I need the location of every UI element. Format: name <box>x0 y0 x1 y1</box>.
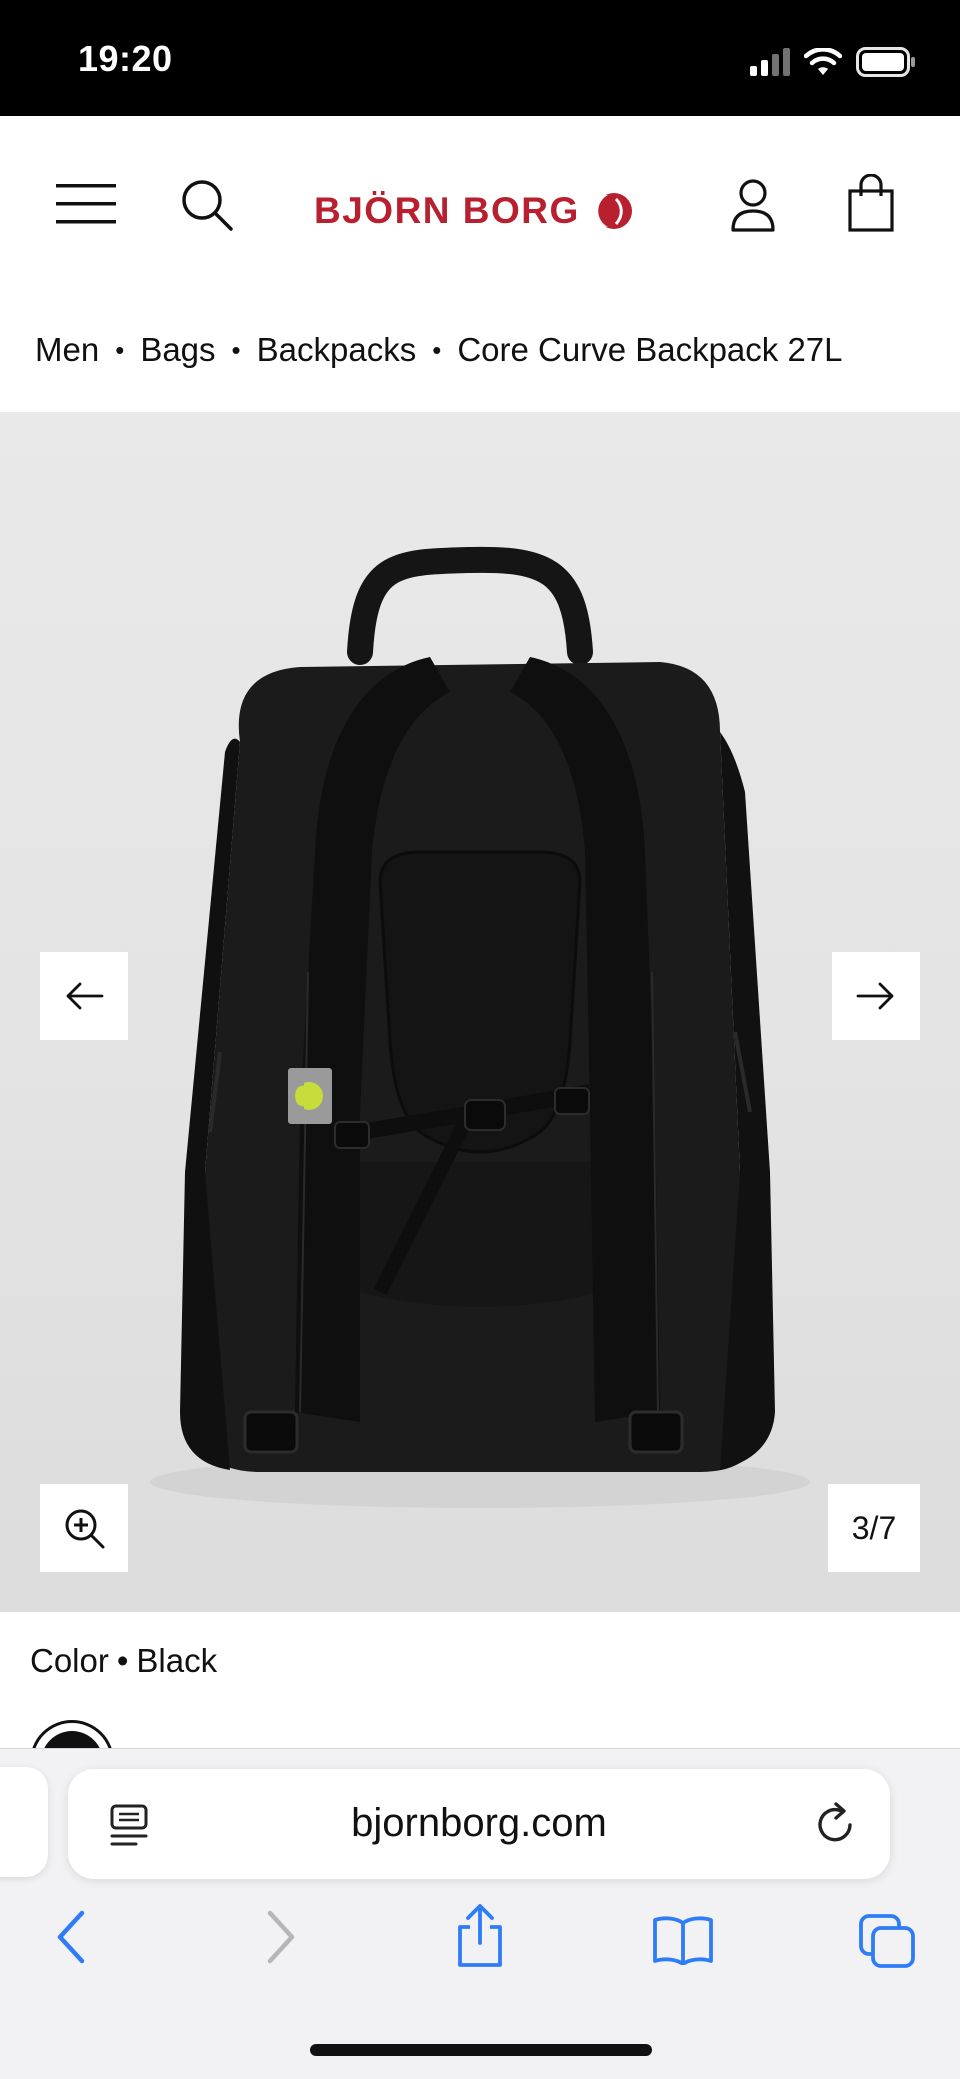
gallery-next-button[interactable] <box>832 952 920 1040</box>
breadcrumb-separator: • <box>432 334 442 365</box>
breadcrumb-link-men[interactable]: Men <box>35 331 99 369</box>
previous-tab-preview[interactable] <box>0 1767 48 1877</box>
address-bar[interactable]: bjornborg.com <box>68 1769 890 1879</box>
breadcrumb-separator: • <box>115 334 125 365</box>
color-label: Color <box>30 1642 109 1679</box>
brand-mark-icon <box>593 193 632 229</box>
color-value: Black <box>136 1642 218 1679</box>
shopping-bag-icon[interactable] <box>848 174 894 232</box>
breadcrumb-current-page: Core Curve Backpack 27L <box>457 331 843 368</box>
url-text: bjornborg.com <box>351 1801 607 1845</box>
brand-logo[interactable]: BJÖRN BORG <box>314 186 634 236</box>
breadcrumb-separator: • <box>231 334 241 365</box>
user-icon[interactable] <box>730 178 776 232</box>
breadcrumb-link-backpacks[interactable]: Backpacks <box>257 331 417 369</box>
browser-toolbar: bjornborg.com <box>0 1748 960 2079</box>
breadcrumb-link-bags[interactable]: Bags <box>140 331 215 369</box>
product-gallery: 3/7 <box>0 412 960 1612</box>
signal-icon <box>750 48 790 76</box>
status-icons <box>750 44 916 80</box>
color-selection-label: Color • Black <box>30 1642 217 1680</box>
home-indicator[interactable] <box>310 2044 652 2056</box>
status-bar: 19:20 <box>0 0 960 116</box>
backpack-product-image <box>150 546 810 1508</box>
zoom-in-icon <box>65 1509 105 1549</box>
reload-icon[interactable] <box>814 1801 858 1847</box>
status-time: 19:20 <box>78 38 173 79</box>
zoom-button[interactable] <box>40 1484 128 1572</box>
brand-name: BJÖRN BORG <box>314 190 580 231</box>
forward-icon[interactable] <box>262 1909 298 1965</box>
site-header: BJÖRN BORG <box>0 116 960 298</box>
back-icon[interactable] <box>54 1909 90 1965</box>
image-counter: 3/7 <box>828 1484 920 1572</box>
color-separator: • <box>116 1642 129 1679</box>
bookmarks-icon[interactable] <box>652 1915 714 1965</box>
arrow-left-icon <box>66 982 104 1010</box>
share-icon[interactable] <box>454 1903 506 1969</box>
battery-icon <box>856 47 915 77</box>
gallery-prev-button[interactable] <box>40 952 128 1040</box>
wifi-icon <box>804 48 842 75</box>
breadcrumb: Men • Bags • Backpacks • Core Curve Back… <box>35 320 843 380</box>
search-icon[interactable] <box>180 178 234 232</box>
hamburger-menu-icon[interactable] <box>56 180 118 228</box>
arrow-right-icon <box>856 982 894 1010</box>
tabs-icon[interactable] <box>858 1913 916 1969</box>
